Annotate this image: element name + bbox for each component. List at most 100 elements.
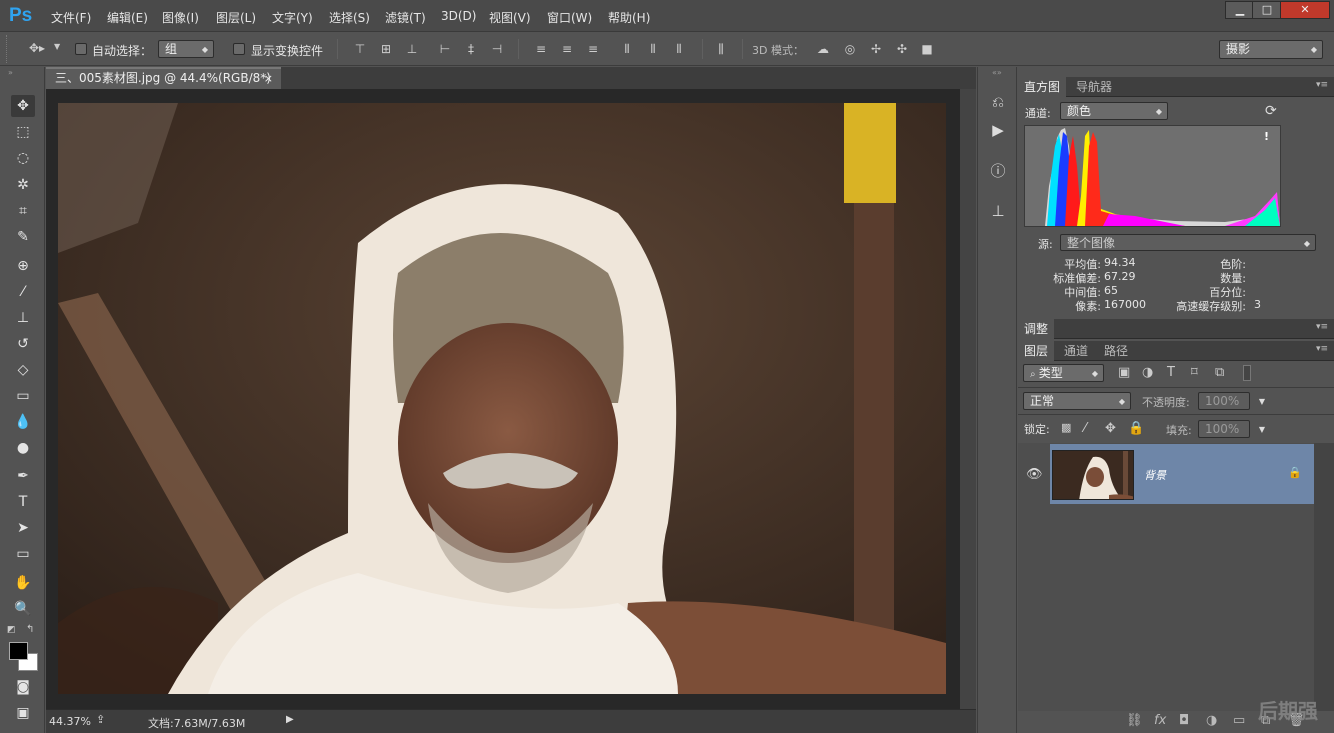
- layer-name[interactable]: 背景: [1144, 467, 1166, 483]
- scale-3d-icon[interactable]: ■: [920, 42, 934, 56]
- auto-align-icon[interactable]: ⫼: [714, 42, 728, 56]
- menu-3d[interactable]: 3D(D): [441, 9, 476, 23]
- properties-panel-icon[interactable]: ⊥: [986, 200, 1010, 222]
- lock-position-icon[interactable]: ✥: [1105, 421, 1116, 436]
- fx-icon[interactable]: fx: [1154, 713, 1166, 728]
- shape-filter-icon[interactable]: ⌑: [1191, 365, 1198, 380]
- align-bottom-icon[interactable]: ⊥: [405, 42, 419, 56]
- maximize-button[interactable]: □: [1252, 1, 1282, 19]
- blur-tool-icon[interactable]: 💧: [11, 411, 35, 433]
- foreground-color-swatch[interactable]: [9, 642, 28, 660]
- fill-input[interactable]: 100% ▼: [1198, 420, 1265, 438]
- rectangle-tool-icon[interactable]: ▭: [11, 543, 35, 565]
- type-tool-icon[interactable]: T: [11, 491, 35, 513]
- dodge-tool-icon[interactable]: ●: [11, 437, 35, 459]
- menu-image[interactable]: 图像(I): [162, 9, 199, 26]
- filter-toggle-switch[interactable]: [1243, 365, 1251, 381]
- export-icon[interactable]: ⇪: [96, 713, 105, 726]
- panel-menu-icon[interactable]: ▾≡: [1316, 322, 1328, 332]
- menu-edit[interactable]: 编辑(E): [107, 9, 148, 26]
- tab-adjustments[interactable]: 调整: [1018, 319, 1055, 339]
- healing-brush-tool-icon[interactable]: ⊕: [11, 255, 35, 277]
- screen-mode-icon[interactable]: ▣: [11, 702, 35, 724]
- minimize-button[interactable]: ▁: [1225, 1, 1255, 19]
- magic-wand-tool-icon[interactable]: ✲: [11, 174, 35, 196]
- lock-all-icon[interactable]: 🔒: [1128, 421, 1144, 436]
- tab-histogram[interactable]: 直方图: [1018, 77, 1067, 97]
- lock-transparency-icon[interactable]: ▩: [1061, 421, 1071, 434]
- expand-arrows-icon[interactable]: «»: [992, 68, 1002, 77]
- fill-chevron-icon[interactable]: ▼: [1259, 422, 1265, 438]
- default-colors-icon[interactable]: ◩: [7, 625, 16, 635]
- visibility-eye-icon[interactable]: 👁: [1026, 467, 1043, 482]
- collapse-arrows-icon[interactable]: »: [8, 68, 13, 77]
- refresh-icon[interactable]: ⟳: [1265, 103, 1277, 119]
- align-hcenter-icon[interactable]: ‡: [464, 42, 478, 56]
- panel-menu-icon[interactable]: ▾≡: [1316, 344, 1328, 354]
- menu-type[interactable]: 文字(Y): [272, 9, 313, 26]
- distribute-vcenter-icon[interactable]: ≡: [560, 42, 574, 56]
- gradient-tool-icon[interactable]: ▭: [11, 385, 35, 407]
- add-mask-icon[interactable]: ◘: [1179, 713, 1189, 728]
- menu-file[interactable]: 文件(F): [51, 9, 91, 26]
- close-tab-icon[interactable]: ×: [264, 69, 273, 88]
- marquee-tool-icon[interactable]: ⬚: [11, 121, 35, 143]
- tab-channels[interactable]: 通道: [1058, 341, 1094, 361]
- grip-handle[interactable]: [6, 35, 10, 63]
- status-menu-arrow-icon[interactable]: ▶: [286, 714, 294, 725]
- align-top-icon[interactable]: ⊤: [353, 42, 367, 56]
- menu-help[interactable]: 帮助(H): [608, 9, 650, 26]
- hand-tool-icon[interactable]: ✋: [11, 572, 35, 594]
- align-right-icon[interactable]: ⊣: [490, 42, 504, 56]
- layers-scrollbar[interactable]: [1314, 443, 1334, 711]
- menu-window[interactable]: 窗口(W): [547, 9, 592, 26]
- new-group-icon[interactable]: ▭: [1233, 713, 1245, 728]
- brush-tool-icon[interactable]: ⁄: [11, 281, 35, 303]
- panel-menu-icon[interactable]: ▾≡: [1316, 80, 1328, 90]
- document-image[interactable]: [58, 103, 946, 694]
- smart-object-filter-icon[interactable]: ⧉: [1215, 365, 1224, 380]
- lasso-tool-icon[interactable]: ◌: [11, 147, 35, 169]
- pen-tool-icon[interactable]: ✒: [11, 465, 35, 487]
- cache-warning-icon[interactable]: !: [1260, 131, 1273, 143]
- show-transform-checkbox[interactable]: [233, 43, 245, 55]
- move-tool-icon[interactable]: ✥▸: [26, 41, 48, 55]
- tool-preset-chevron-icon[interactable]: ▼: [54, 42, 60, 51]
- tab-navigator[interactable]: 导航器: [1070, 77, 1118, 97]
- zoom-level[interactable]: 44.37%: [49, 715, 91, 728]
- workspace-dropdown[interactable]: 摄影 ◆: [1219, 40, 1323, 59]
- menu-select[interactable]: 选择(S): [329, 9, 370, 26]
- history-panel-icon[interactable]: ⎌: [986, 91, 1010, 113]
- vertical-scrollbar[interactable]: [960, 89, 976, 709]
- crop-tool-icon[interactable]: ⌗: [11, 200, 35, 222]
- info-panel-icon[interactable]: ⓘ: [986, 160, 1010, 182]
- lock-pixels-icon[interactable]: ⁄: [1084, 421, 1086, 436]
- eraser-tool-icon[interactable]: ◇: [11, 359, 35, 381]
- adjustment-filter-icon[interactable]: ◑: [1142, 365, 1153, 380]
- swap-colors-icon[interactable]: ↰: [26, 624, 34, 635]
- clone-stamp-tool-icon[interactable]: ⊥: [11, 307, 35, 329]
- align-left-icon[interactable]: ⊢: [438, 42, 452, 56]
- actions-panel-icon[interactable]: ▶: [986, 119, 1010, 141]
- menu-view[interactable]: 视图(V): [489, 9, 531, 26]
- type-filter-icon[interactable]: T: [1167, 365, 1175, 380]
- opacity-chevron-icon[interactable]: ▼: [1259, 394, 1265, 410]
- tab-paths[interactable]: 路径: [1098, 341, 1134, 361]
- link-layers-icon[interactable]: ⛓: [1126, 713, 1143, 728]
- distribute-bottom-icon[interactable]: ≡: [586, 42, 600, 56]
- new-adjustment-icon[interactable]: ◑: [1206, 713, 1217, 728]
- distribute-top-icon[interactable]: ≡: [534, 42, 548, 56]
- move-tool-icon[interactable]: ✥: [11, 95, 35, 117]
- auto-select-checkbox[interactable]: [75, 43, 87, 55]
- roll-3d-icon[interactable]: ◎: [843, 42, 857, 56]
- history-brush-tool-icon[interactable]: ↺: [11, 333, 35, 355]
- zoom-tool-icon[interactable]: 🔍: [11, 598, 35, 620]
- opacity-input[interactable]: 100% ▼: [1198, 392, 1265, 410]
- distribute-right-icon[interactable]: ⫴: [672, 42, 686, 56]
- menu-filter[interactable]: 滤镜(T): [385, 9, 426, 26]
- layer-row[interactable]: 背景 🔒: [1050, 444, 1314, 504]
- quick-mask-icon[interactable]: ◙: [11, 676, 35, 698]
- menu-layer[interactable]: 图层(L): [216, 9, 256, 26]
- path-selection-tool-icon[interactable]: ➤: [11, 517, 35, 539]
- document-tab[interactable]: 三、005素材图.jpg @ 44.4%(RGB/8*) ×: [46, 67, 281, 89]
